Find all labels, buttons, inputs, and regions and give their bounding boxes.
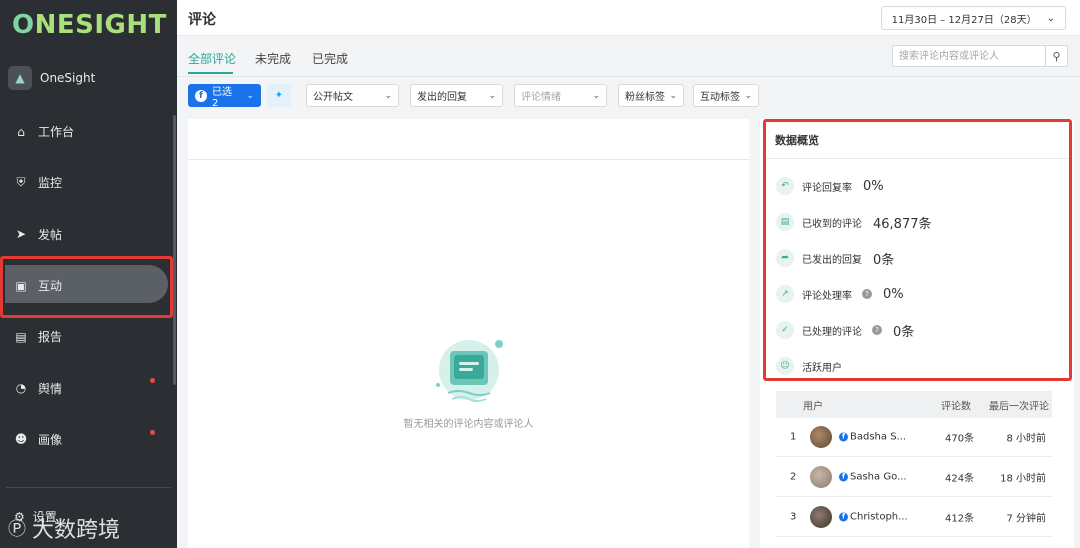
document-icon: ▤ <box>15 329 27 344</box>
page-title: 评论 <box>188 12 216 28</box>
twitter-filter-button[interactable]: ✦ <box>267 84 291 107</box>
users-icon: ☻ <box>14 432 28 447</box>
active-tab-indicator <box>188 72 233 74</box>
user-name[interactable]: Sasha Go... <box>850 472 907 483</box>
sentiment-placeholder: 评论情绪 <box>521 92 561 103</box>
pie-chart-icon: ◔ <box>15 381 27 396</box>
user-name[interactable]: Badsha S... <box>850 432 906 443</box>
interaction-tag-label: 互动标签 <box>700 92 740 103</box>
chevron-down-icon: ⌄ <box>488 90 496 101</box>
sidebar-item-label: 监控 <box>38 176 63 191</box>
post-type-label: 公开帖文 <box>313 92 353 103</box>
tabs-bar: 全部评论 未完成 已完成 ⚲ <box>177 36 1080 76</box>
platform-select-label: 已选 2 <box>211 86 232 109</box>
chevron-down-icon: ⌄ <box>744 90 752 101</box>
brand-logo[interactable]: ONESIGHT <box>12 10 167 40</box>
highlight-box-overview <box>763 119 1072 381</box>
user-name[interactable]: Christoph... <box>850 512 908 523</box>
watermark-text: 大数跨境 <box>32 518 121 543</box>
tab-completed[interactable]: 已完成 <box>312 50 348 67</box>
avatar <box>810 426 832 448</box>
table-row[interactable]: 3 f Christoph... 412条 7 分钟前 <box>776 498 1052 537</box>
avatar <box>810 466 832 488</box>
sidebar-item-report[interactable]: ▤ 报告 <box>0 311 177 362</box>
row-rank: 2 <box>790 471 797 483</box>
top-bar: 评论 11月30日 – 12月27日（28天） ⌄ <box>177 0 1080 36</box>
sidebar-item-post[interactable]: ➤ 发帖 <box>0 209 177 260</box>
chevron-down-icon: ⌄ <box>1046 12 1055 24</box>
last-comment-time: 8 小时前 <box>1006 433 1046 445</box>
watermark-logo-icon: Ⓟ <box>8 519 26 540</box>
column-header-user: 用户 <box>803 401 823 412</box>
chevron-down-icon: ⌄ <box>669 90 677 101</box>
sidebar-item-label: 画像 <box>38 432 63 447</box>
last-comment-time: 7 分钟前 <box>1006 513 1046 525</box>
sidebar-item-persona[interactable]: ☻ 画像 <box>0 414 177 465</box>
tab-all-comments[interactable]: 全部评论 <box>188 50 236 67</box>
chevron-down-icon: ⌄ <box>246 90 254 101</box>
fan-tag-select[interactable]: 粉丝标签 ⌄ <box>618 84 684 107</box>
highlight-box-nav <box>0 256 173 318</box>
shield-icon: ⛨ <box>16 175 26 190</box>
tabs-divider <box>177 76 1080 77</box>
active-users-table-header: 用户 评论数 最后一次评论 <box>776 391 1052 418</box>
comment-count: 424条 <box>945 473 975 485</box>
notification-dot <box>150 429 155 435</box>
sidebar-item-monitor[interactable]: ⛨ 监控 <box>0 157 177 208</box>
chevron-down-icon: ⌄ <box>592 90 600 101</box>
row-rank: 3 <box>790 511 797 523</box>
interaction-tag-select[interactable]: 互动标签 ⌄ <box>693 84 759 107</box>
watermark: Ⓟ 大数跨境 <box>8 512 120 544</box>
comment-count: 412条 <box>945 513 975 525</box>
sentiment-select[interactable]: 评论情绪 ⌄ <box>514 84 607 107</box>
facebook-icon: f <box>839 512 848 521</box>
facebook-icon: f <box>839 432 848 441</box>
last-comment-time: 18 小时前 <box>1000 473 1046 485</box>
post-type-select[interactable]: 公开帖文 ⌄ <box>306 84 399 107</box>
panel-divider <box>188 159 749 160</box>
sidebar-scrollbar[interactable] <box>173 115 176 385</box>
sidebar-item-workbench[interactable]: ⌂ 工作台 <box>0 106 177 157</box>
reply-label: 发出的回复 <box>417 92 467 103</box>
org-name: OneSight <box>40 71 96 85</box>
twitter-icon: ✦ <box>274 90 284 101</box>
table-row[interactable]: 2 f Sasha Go... 424条 18 小时前 <box>776 458 1052 497</box>
column-header-count: 评论数 <box>941 401 971 412</box>
search-input[interactable] <box>893 46 1045 66</box>
avatar <box>810 506 832 528</box>
facebook-icon: f <box>195 89 207 102</box>
reply-select[interactable]: 发出的回复 ⌄ <box>410 84 503 107</box>
column-header-last: 最后一次评论 <box>989 401 1049 412</box>
search-icon[interactable]: ⚲ <box>1045 46 1067 66</box>
org-icon: ▲ <box>8 66 32 90</box>
sidebar-item-label: 报告 <box>38 330 63 345</box>
home-icon: ⌂ <box>17 124 25 139</box>
comments-panel: 暂无相关的评论内容或评论人 <box>188 119 749 548</box>
sidebar-item-label: 发帖 <box>38 227 63 242</box>
date-range-label: 11月30日 – 12月27日（28天） <box>891 14 1037 26</box>
date-range-picker[interactable]: 11月30日 – 12月27日（28天） ⌄ <box>880 6 1066 30</box>
send-icon: ➤ <box>15 227 27 242</box>
org-switcher[interactable]: ▲ OneSight <box>8 66 95 90</box>
sidebar-item-sentiment[interactable]: ◔ 舆情 <box>0 362 177 413</box>
sidebar-divider <box>6 487 171 488</box>
fan-tag-label: 粉丝标签 <box>625 92 665 103</box>
comment-count: 470条 <box>945 433 975 445</box>
notification-dot <box>150 378 155 384</box>
facebook-icon: f <box>839 472 848 481</box>
empty-state-illustration <box>436 340 503 402</box>
sidebar-item-label: 舆情 <box>38 381 63 396</box>
search-box: ⚲ <box>892 45 1068 67</box>
sidebar-item-label: 工作台 <box>38 125 75 140</box>
table-row[interactable]: 1 f Badsha S... 470条 8 小时前 <box>776 418 1052 457</box>
empty-state-text: 暂无相关的评论内容或评论人 <box>403 419 534 430</box>
row-rank: 1 <box>790 431 797 443</box>
chevron-down-icon: ⌄ <box>384 90 392 101</box>
tab-incomplete[interactable]: 未完成 <box>255 50 291 67</box>
platform-select[interactable]: f 已选 2 ⌄ <box>188 84 261 109</box>
